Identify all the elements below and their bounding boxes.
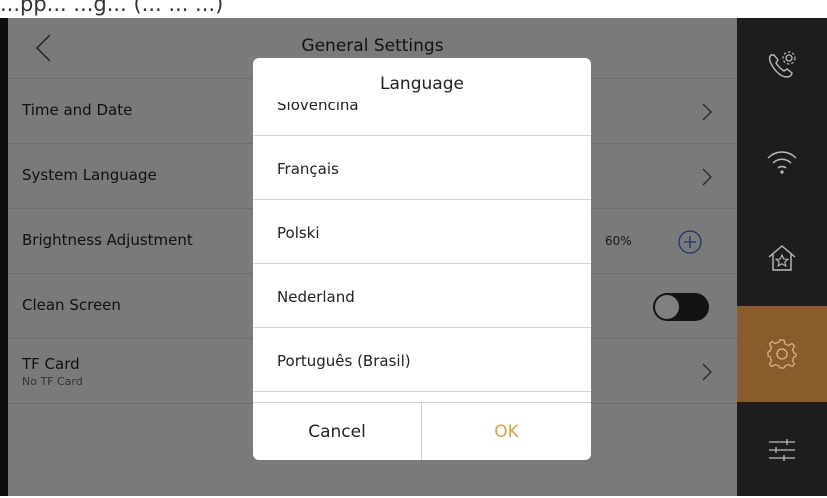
sidebar-item-home[interactable]: [737, 210, 827, 306]
ok-button[interactable]: OK: [422, 403, 591, 460]
language-option-label: Português (Brasil): [277, 352, 411, 370]
sidebar-item-wifi[interactable]: [737, 114, 827, 210]
language-option[interactable]: Português (Brasil): [253, 328, 591, 392]
dialog-button-bar: Cancel OK: [253, 402, 591, 460]
gear-icon: [767, 339, 797, 369]
language-dialog: Language Slovenčina Français Polski Nede…: [253, 58, 591, 460]
wifi-icon: [767, 151, 797, 174]
language-list[interactable]: Slovenčina Français Polski Nederland Por…: [253, 102, 591, 402]
cancel-button[interactable]: Cancel: [253, 403, 422, 460]
language-option[interactable]: Français: [253, 136, 591, 200]
language-option-label: Slovenčina: [277, 102, 359, 114]
sidebar: [737, 18, 827, 496]
sidebar-item-adjustments[interactable]: [737, 402, 827, 498]
language-option-label: Français: [277, 160, 339, 178]
phone-settings-icon: [768, 51, 796, 78]
sidebar-item-call-settings[interactable]: [737, 18, 827, 114]
sliders-icon: [769, 439, 795, 461]
home-icon: [768, 245, 796, 271]
dialog-title: Language: [380, 74, 464, 94]
language-option[interactable]: Polski: [253, 200, 591, 264]
device-screen: General Settings Time and Date System La…: [0, 18, 827, 496]
caption-text: ...pp... ...g... (... ... ...): [0, 0, 224, 16]
language-option-label: Polski: [277, 224, 320, 242]
language-option[interactable]: Slovenčina: [253, 102, 591, 136]
language-option[interactable]: Nederland: [253, 264, 591, 328]
sidebar-item-settings[interactable]: [737, 306, 827, 402]
language-option-label: Nederland: [277, 288, 355, 306]
